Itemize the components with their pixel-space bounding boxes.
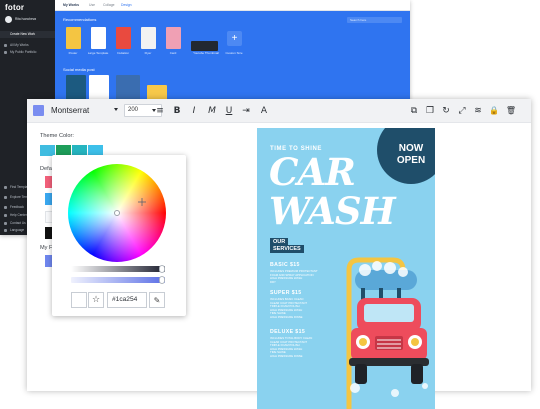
theme-color-label: Theme Color: (40, 133, 74, 139)
language-icon (4, 229, 7, 232)
bold-icon[interactable]: B (171, 105, 183, 117)
sidebar-item-contact[interactable]: Contact Us (10, 221, 26, 225)
service-line: DRY (270, 279, 276, 284)
sidebar-item-all-works[interactable]: All My Works (10, 43, 29, 47)
flip-icon[interactable]: ⤢ (456, 105, 468, 117)
tab-design[interactable]: Design (121, 3, 132, 7)
layers-icon[interactable]: ≋ (472, 105, 484, 117)
poster-title-line1[interactable]: CAR (269, 152, 356, 192)
crosshair-icon (138, 198, 146, 206)
font-family-select[interactable]: Montserrat (51, 104, 123, 117)
create-new-work-button[interactable]: Create New Work (0, 31, 55, 38)
template-card-label: Poster (68, 51, 78, 55)
tab-my-works[interactable]: My Works (63, 3, 79, 7)
service-title-basic[interactable]: BASIC $15 (270, 262, 300, 268)
now-open-badge[interactable]: NOW OPEN (377, 128, 435, 184)
add-custom-size-button[interactable]: + (227, 31, 242, 46)
italic-icon[interactable]: I (188, 105, 200, 117)
selected-color-preview (71, 292, 87, 308)
service-title-deluxe[interactable]: DELUXE $15 (270, 329, 305, 335)
poster-title-line2[interactable]: WASH (269, 191, 396, 231)
lock-icon[interactable]: 🔒 (488, 105, 500, 117)
wheel-selector[interactable] (114, 210, 120, 216)
social-media-heading: Social media post (63, 67, 95, 72)
sidebar-item-language[interactable]: Language (10, 228, 24, 232)
hex-color-input[interactable]: #1ca254 (107, 292, 147, 308)
sidebar-item-portfolio[interactable]: My Public Portfolio (10, 50, 36, 54)
delete-icon[interactable]: 🗑 (505, 105, 517, 117)
underline-icon[interactable]: U (223, 105, 235, 117)
duplicate-icon[interactable]: ❐ (424, 105, 436, 117)
service-line: HIGH PRESSURE RINSE (270, 354, 303, 358)
my-colors-label: My F (40, 245, 53, 251)
avatar (5, 16, 12, 23)
opacity-slider-handle[interactable] (159, 276, 166, 284)
template-card-label: Flyer (144, 51, 152, 55)
template-card-label: Invitation (116, 51, 129, 55)
template-card-youtube[interactable] (191, 41, 218, 51)
rotate-icon[interactable]: ↻ (440, 105, 452, 117)
opacity-slider[interactable] (71, 277, 165, 283)
star-icon[interactable]: ☆ (88, 292, 104, 308)
text-style-icon[interactable]: M (206, 105, 218, 117)
template-card-label: Large Template (87, 51, 109, 55)
feedback-icon (4, 206, 7, 209)
brightness-slider[interactable] (71, 266, 165, 272)
font-case-icon[interactable]: A (258, 105, 270, 117)
services-label[interactable]: SERVICES (270, 245, 304, 253)
copy-icon[interactable]: ⧉ (408, 105, 420, 117)
custom-size-label: Custom Size (225, 51, 243, 55)
user-name: Rita Ivancheva (15, 16, 37, 21)
folder-icon (4, 44, 7, 47)
align-icon[interactable]: ≡ (154, 105, 166, 117)
template-card-large[interactable] (91, 27, 106, 49)
poster-canvas[interactable]: NOW OPEN TIME TO SHINE CAR WASH OUR SERV… (257, 128, 435, 409)
color-picker-popup: ☆ #1ca254 ✎ (52, 155, 186, 316)
service-title-super[interactable]: SUPER $15 (270, 290, 302, 296)
text-color-swatch[interactable] (33, 105, 44, 116)
recommendations-heading: Recommendations (63, 17, 97, 22)
sidebar-item-feedback[interactable]: Feedback (10, 205, 24, 209)
social-card[interactable] (89, 75, 109, 101)
eyedropper-icon[interactable]: ✎ (149, 292, 165, 308)
search-input[interactable]: Search here (347, 17, 402, 23)
social-card[interactable] (66, 75, 86, 101)
letter-spacing-icon[interactable]: ⇥ (240, 105, 252, 117)
fotor-logo[interactable]: fotor (5, 3, 24, 12)
contact-icon (4, 222, 7, 225)
editor-window: Montserrat 200 ≡ B I M U ⇥ A ⧉ ❐ ↻ ⤢ ≋ 🔒… (27, 99, 531, 409)
text-toolbar: Montserrat 200 ≡ B I M U ⇥ A ⧉ ❐ ↻ ⤢ ≋ 🔒… (27, 99, 531, 123)
badge-open-text: OPEN (396, 155, 426, 166)
template-card-flyer[interactable] (141, 27, 156, 49)
tab-collage[interactable]: Collage (103, 3, 115, 7)
sidebar-item-help[interactable]: Help Center (10, 213, 27, 217)
tab-use[interactable]: Use (89, 3, 95, 7)
user-profile[interactable]: Rita Ivancheva (5, 15, 51, 24)
chevron-down-icon (114, 108, 118, 111)
dashboard-tabs: My Works Use Collage Design (55, 0, 410, 11)
explore-icon (4, 196, 7, 199)
car-wash-illustration[interactable] (335, 248, 435, 409)
template-icon (4, 186, 7, 189)
badge-now-text: NOW (398, 143, 424, 154)
help-icon (4, 214, 7, 217)
template-card-label: Card (169, 51, 177, 55)
template-card-label: Youtube Thumbnail (193, 51, 219, 55)
template-card-card[interactable] (166, 27, 181, 49)
portfolio-icon (4, 51, 7, 54)
social-card[interactable] (116, 75, 140, 101)
service-line: HIGH PRESSURE RINSE (270, 315, 303, 319)
template-card-poster[interactable] (66, 27, 81, 49)
brightness-slider-handle[interactable] (159, 265, 166, 273)
template-card-invitation[interactable] (116, 27, 131, 49)
